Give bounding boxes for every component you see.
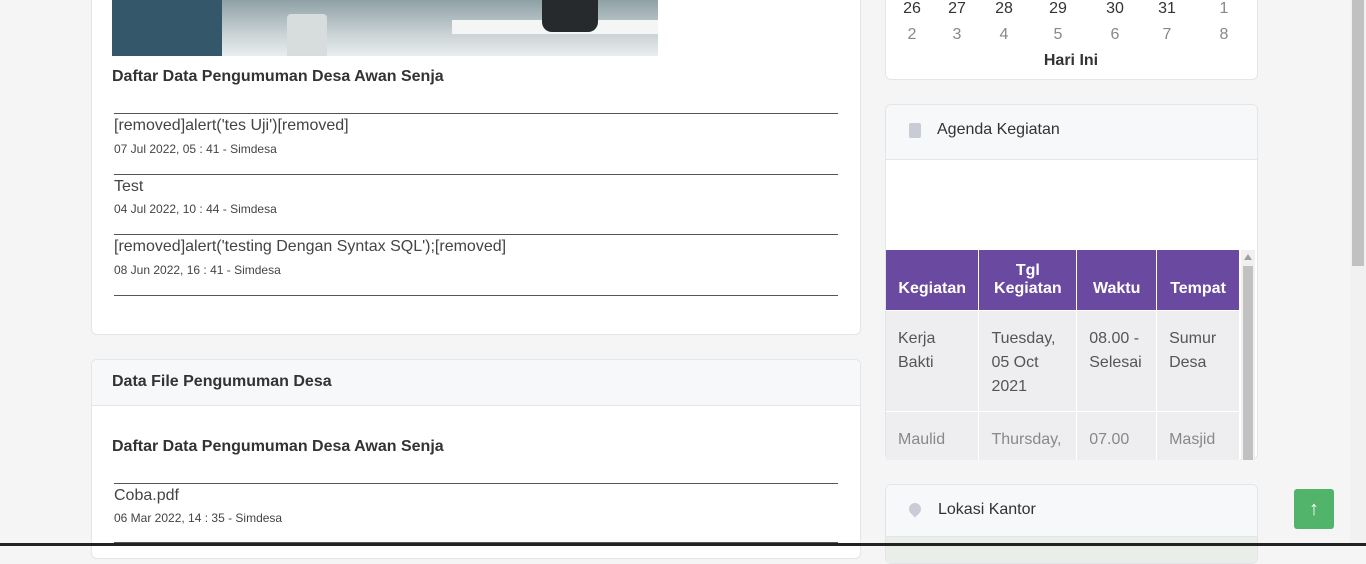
agenda-cell: Masjid [1156,411,1240,460]
calendar-day[interactable]: 28 [984,0,1024,18]
calendar-day[interactable]: 2 [892,26,932,44]
agenda-col-header: Tgl Kegiatan [978,250,1078,311]
announcement-item-meta: 07 Jul 2022, 05 : 41 - Simdesa [114,142,277,156]
announcement-item-title[interactable]: [removed]alert('testing Dengan Syntax SQ… [114,238,506,256]
agenda-col-header: Kegiatan [886,250,980,311]
agenda-card-title: Agenda Kegiatan [937,121,1060,138]
files-list-title: Daftar Data Pengumuman Desa Awan Senja [112,438,444,455]
agenda-cell: Kerja Bakti [886,310,980,412]
calendar-day[interactable]: 27 [937,0,977,18]
calendar-day[interactable]: 5 [1038,26,1078,44]
page-scrollbar-thumb[interactable] [1352,0,1364,266]
calendar-day[interactable]: 29 [1038,0,1078,18]
announcement-item-title[interactable]: Test [114,178,143,196]
file-item-title[interactable]: Coba.pdf [114,487,179,505]
today-button[interactable]: Hari Ini [886,52,1256,70]
announcement-item-meta: 04 Jul 2022, 10 : 44 - Simdesa [114,202,277,216]
calendar-day[interactable]: 3 [937,26,977,44]
file-item-meta: 06 Mar 2022, 14 : 35 - Simdesa [114,511,283,525]
agenda-table: Kegiatan Tgl Kegiatan Waktu Tempat Kerja… [886,250,1240,460]
agenda-cell: Tuesday, 05 Oct 2021 [978,310,1078,412]
calendar-day[interactable]: 26 [892,0,932,18]
map-area[interactable] [886,537,1257,563]
announcement-item-title[interactable]: [removed]alert('tes Uji')[removed] [114,117,349,135]
calendar-day[interactable]: 4 [984,26,1024,44]
agenda-table-viewport[interactable]: Kegiatan Tgl Kegiatan Waktu Tempat Kerja… [886,250,1240,460]
agenda-col-header: Tempat [1156,250,1240,311]
scroll-top-button[interactable]: ↑ [1294,489,1334,529]
calendar-day[interactable]: 8 [1204,26,1244,44]
agenda-cell: Thursday, [978,411,1078,460]
agenda-cell: Maulid [886,411,980,460]
announcements-title: Daftar Data Pengumuman Desa Awan Senja [112,68,444,85]
scroll-up-arrow-icon[interactable] [1244,254,1252,260]
announcement-item-meta: 08 Jun 2022, 16 : 41 - Simdesa [114,263,281,277]
location-card-title: Lokasi Kantor [938,501,1036,518]
table-row: Kerja Bakti Tuesday, 05 Oct 2021 08.00 -… [886,310,1240,412]
calendar-day[interactable]: 1 [1204,0,1244,18]
files-card-header-title: Data File Pengumuman Desa [112,373,332,390]
arrow-up-icon: ↑ [1309,498,1319,520]
agenda-scrollbar-thumb[interactable] [1243,266,1253,460]
agenda-cell: 07.00 [1076,411,1158,460]
calendar-day[interactable]: 30 [1095,0,1135,18]
table-row: Maulid Thursday, 07.00 Masjid [886,411,1240,460]
calendar-day[interactable]: 31 [1147,0,1187,18]
agenda-cell: Sumur Desa [1156,310,1240,412]
clipboard-icon [909,123,921,138]
calendar-day[interactable]: 7 [1147,26,1187,44]
location-card [885,484,1258,564]
office-image [112,0,658,56]
agenda-col-header: Waktu [1076,250,1158,311]
agenda-cell: 08.00 - Selesai [1076,310,1158,412]
calendar-day[interactable]: 6 [1095,26,1135,44]
